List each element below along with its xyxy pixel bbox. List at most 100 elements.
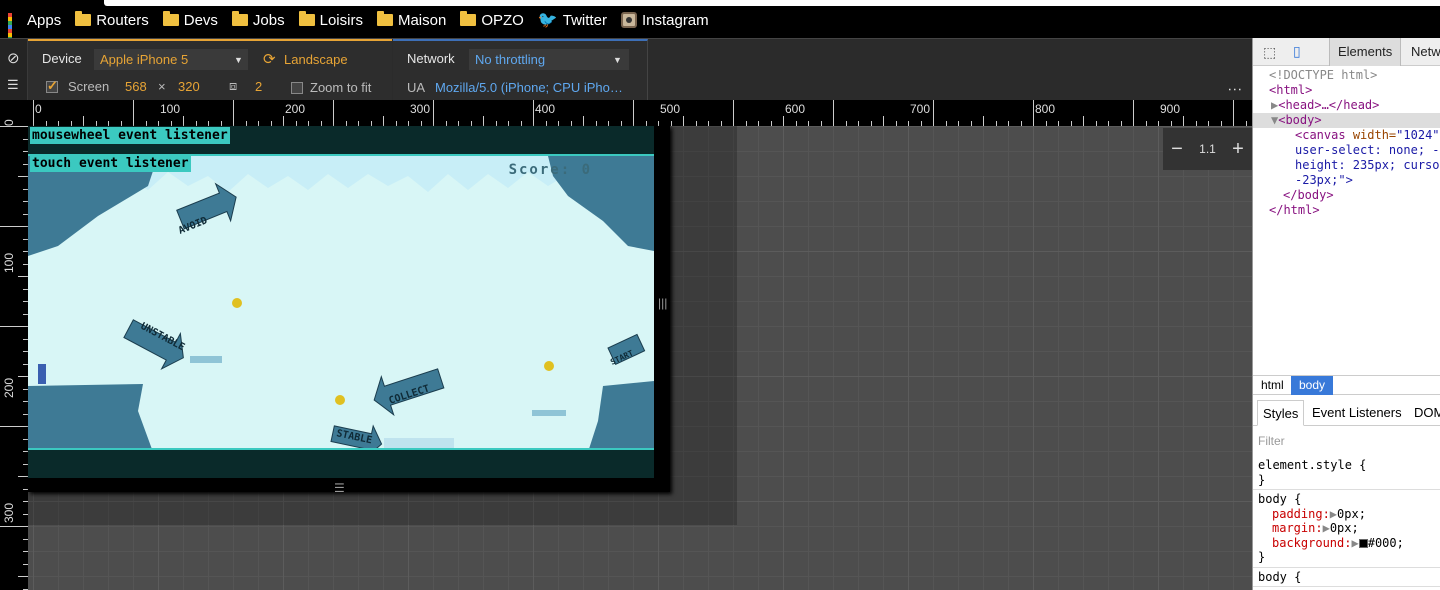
device-select-value: Apple iPhone 5 bbox=[100, 52, 189, 67]
expand-triangle-icon[interactable]: ▶ bbox=[1323, 521, 1330, 535]
user-agent-input[interactable]: Mozilla/5.0 (iPhone; CPU iPho… bbox=[435, 80, 623, 95]
ice-platform bbox=[532, 410, 566, 416]
color-swatch[interactable] bbox=[1358, 538, 1368, 548]
bookmark-instagram[interactable]: Instagram bbox=[620, 12, 709, 29]
prop-value: 0px; bbox=[1329, 521, 1359, 535]
ruler-tick bbox=[933, 100, 934, 126]
breadcrumb: html body bbox=[1253, 375, 1440, 395]
tab-event-listeners[interactable]: Event Listeners bbox=[1307, 400, 1407, 426]
ruler-label: 100 bbox=[2, 252, 16, 273]
ruler-tick bbox=[0, 326, 28, 327]
dom-head: <head>…</head> bbox=[1278, 98, 1380, 112]
ruler-tick bbox=[383, 116, 384, 126]
dom-head-row[interactable]: ▶<head>…</head> bbox=[1253, 98, 1440, 113]
ruler-tick bbox=[683, 116, 684, 126]
bookmark-routers[interactable]: Routers bbox=[75, 11, 149, 29]
vertical-ruler: 0 100 200 300 bbox=[0, 100, 28, 590]
pixel-ratio-input[interactable]: 2 bbox=[255, 79, 262, 94]
breadcrumb-html[interactable]: html bbox=[1253, 376, 1292, 395]
device-label: Device bbox=[42, 51, 82, 66]
rock-bottom-left bbox=[28, 384, 152, 448]
network-throttling-select[interactable]: No throttling bbox=[469, 49, 629, 70]
device-screen[interactable]: mousewheel event listener AVOID UNSTABLE… bbox=[28, 126, 654, 478]
expand-triangle-icon[interactable]: ▶ bbox=[1351, 536, 1358, 550]
horizontal-resize-handle[interactable]: ☰ bbox=[334, 481, 345, 495]
ruler-label: 0 bbox=[2, 119, 16, 126]
bookmark-label: Jobs bbox=[252, 11, 285, 29]
folder-icon bbox=[75, 11, 92, 26]
screen-height-input[interactable]: 320 bbox=[178, 79, 200, 94]
dom-canvas-attr: width= bbox=[1352, 128, 1397, 142]
ruler-tick bbox=[18, 576, 28, 577]
bookmark-maison[interactable]: Maison bbox=[376, 11, 447, 29]
ruler-tick bbox=[583, 116, 584, 126]
bookmark-apps[interactable]: Apps bbox=[8, 12, 61, 49]
bookmark-devs[interactable]: Devs bbox=[162, 11, 218, 29]
chevron-down-icon: ▼ bbox=[613, 55, 622, 65]
more-options-icon[interactable]: ⋮ bbox=[1227, 83, 1244, 97]
media-queries-icon[interactable]: ☰ bbox=[7, 77, 19, 93]
bookmark-loisirs[interactable]: Loisirs bbox=[298, 11, 363, 29]
rotate-icon[interactable]: ⟳ bbox=[263, 50, 276, 68]
device-panel: Device Apple iPhone 5 ▼ ⟳ Landscape Scre… bbox=[28, 39, 392, 101]
dom-html-close: </html> bbox=[1269, 203, 1320, 217]
chevron-down-icon: ▼ bbox=[234, 55, 243, 65]
tab-network[interactable]: Netw bbox=[1403, 38, 1440, 66]
ruler-tick bbox=[783, 116, 784, 126]
game-scene: AVOID UNSTABLE COLLECT STABLE START bbox=[28, 156, 654, 448]
ruler-tick bbox=[1233, 100, 1234, 126]
ruler-label: 400 bbox=[535, 102, 556, 116]
screen-width-input[interactable]: 568 bbox=[125, 79, 147, 94]
dom-canvas-line-1[interactable]: <canvas width="1024" bbox=[1253, 128, 1440, 143]
emulated-viewport-area: mousewheel event listener AVOID UNSTABLE… bbox=[28, 126, 1252, 590]
vertical-resize-handle[interactable]: ||| bbox=[658, 296, 667, 310]
dom-canvas-line-4: -23px;"> bbox=[1295, 173, 1353, 187]
ruler-tick bbox=[533, 100, 534, 126]
prop-value: 0px; bbox=[1337, 506, 1366, 521]
device-mode-icon[interactable]: ▯ bbox=[1293, 43, 1301, 60]
mousewheel-listener-badge: mousewheel event listener bbox=[30, 127, 230, 144]
zoom-value: 1.1 bbox=[1199, 142, 1216, 156]
prop-name: padding: bbox=[1272, 506, 1330, 521]
inspect-element-icon[interactable]: ⬚ bbox=[1263, 44, 1276, 61]
times-sign: × bbox=[158, 79, 166, 94]
bookmark-twitter[interactable]: 🐦 Twitter bbox=[538, 10, 607, 30]
landscape-button[interactable]: Landscape bbox=[284, 52, 348, 67]
decl-margin[interactable]: margin:▶0px; bbox=[1258, 521, 1436, 536]
decl-background[interactable]: background:▶ #000; bbox=[1258, 536, 1436, 551]
zoom-to-fit-checkbox[interactable] bbox=[291, 82, 303, 94]
bookmark-label: Maison bbox=[397, 11, 447, 29]
decl-padding[interactable]: padding:▶0px; bbox=[1258, 507, 1436, 522]
ruler-tick bbox=[0, 526, 28, 527]
styles-filter-input[interactable]: Filter bbox=[1258, 434, 1285, 448]
ice-platform bbox=[190, 356, 222, 363]
device-select[interactable]: Apple iPhone 5 bbox=[94, 49, 248, 70]
dom-canvas-line-2: user-select: none; - bbox=[1295, 143, 1440, 157]
screen-checkbox[interactable] bbox=[46, 78, 58, 94]
disable-emulation-icon[interactable]: ⊘ bbox=[7, 49, 20, 67]
ruler-tick bbox=[633, 100, 634, 126]
breadcrumb-body[interactable]: body bbox=[1291, 376, 1334, 395]
ruler-tick bbox=[1133, 100, 1134, 126]
ruler-tick bbox=[1083, 116, 1084, 126]
tab-dom-breakpoints[interactable]: DOM bbox=[1409, 400, 1440, 426]
tab-elements[interactable]: Elements bbox=[1329, 38, 1402, 66]
folder-icon bbox=[376, 11, 393, 26]
tab-styles[interactable]: Styles bbox=[1257, 400, 1305, 426]
bookmark-opzo[interactable]: OPZO bbox=[460, 11, 524, 29]
zoom-to-fit-label: Zoom to fit bbox=[310, 80, 372, 95]
ruler-tick bbox=[0, 426, 28, 427]
expand-triangle-icon[interactable]: ▶ bbox=[1330, 507, 1337, 521]
bookmark-jobs[interactable]: Jobs bbox=[231, 11, 285, 29]
ruler-label: 900 bbox=[1160, 102, 1181, 116]
address-bar-edge bbox=[104, 0, 1440, 6]
zoom-in-button[interactable]: + bbox=[1232, 138, 1244, 161]
styles-tabbar: Styles Event Listeners DOM bbox=[1253, 400, 1440, 426]
dom-body-row[interactable]: ▼<body> bbox=[1253, 113, 1440, 128]
toolbar-left-strip: ⊘ ☰ bbox=[0, 39, 28, 101]
dom-html-open[interactable]: <html> bbox=[1253, 83, 1440, 98]
ruler-label: 700 bbox=[910, 102, 931, 116]
coin bbox=[232, 298, 242, 308]
game-canvas[interactable]: AVOID UNSTABLE COLLECT STABLE START Scor… bbox=[28, 154, 654, 450]
zoom-out-button[interactable]: − bbox=[1171, 138, 1183, 161]
